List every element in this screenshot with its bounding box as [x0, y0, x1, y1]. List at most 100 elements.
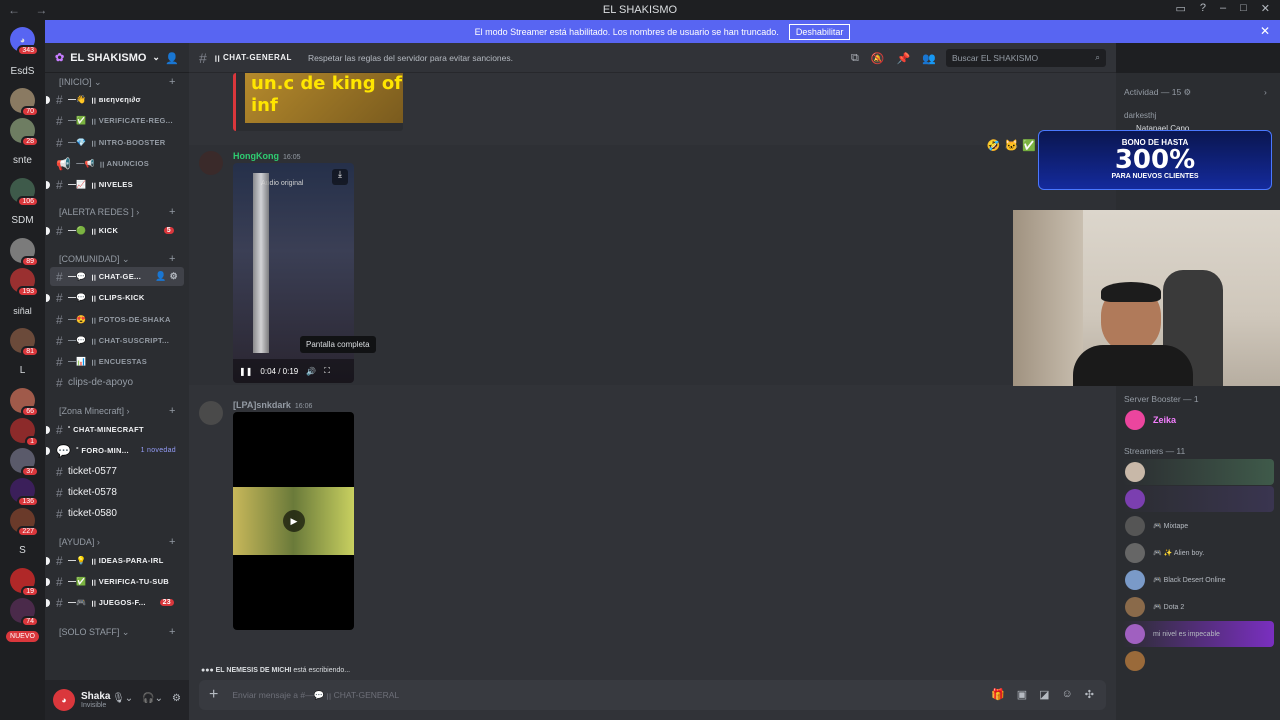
- category-staff[interactable]: [SOLO STAFF] ⌄ +: [59, 626, 175, 638]
- message-composer[interactable]: + Enviar mensaje a #—💬 ꞁꞁ CHAT-GENERAL 🎁…: [199, 680, 1106, 710]
- guild-item[interactable]: 19: [10, 568, 39, 597]
- apps-icon[interactable]: ✣: [1085, 688, 1094, 701]
- guild-item[interactable]: 66: [10, 388, 39, 417]
- guild-item[interactable]: 28: [10, 118, 39, 147]
- guild-item[interactable]: 37: [10, 448, 39, 477]
- member-item[interactable]: 🎮 Dota 2: [1122, 594, 1274, 620]
- channel-ticket-0580[interactable]: # ticket-0580: [50, 504, 184, 523]
- guild-item[interactable]: 74: [10, 598, 39, 627]
- microphone-icon[interactable]: 🎙⌄: [112, 693, 133, 704]
- channel-clips-apoyo[interactable]: # clips-de-apoyo: [50, 373, 184, 392]
- channel-fotos[interactable]: # —😍 ꞁꞁ FOTOS-DE-SHAKA: [50, 310, 184, 329]
- guild-item[interactable]: 193: [10, 268, 39, 297]
- emoji-reaction-icon[interactable]: 🐱: [1005, 139, 1019, 152]
- member-item[interactable]: [1122, 486, 1274, 512]
- add-channel-icon[interactable]: +: [169, 206, 175, 218]
- emoji-reaction-icon[interactable]: 🤣: [987, 139, 1001, 152]
- channel-juegos[interactable]: # —🎮 ꞁꞁ JUEGOS-F... 23: [46, 593, 184, 612]
- channel-verifica-sub[interactable]: # —✅ ꞁꞁ VERIFICA-TU-SUB: [46, 572, 184, 591]
- member-item[interactable]: 🎮 Black Desert Online: [1122, 567, 1274, 593]
- mute-bell-icon[interactable]: 🔕: [871, 52, 885, 65]
- message-author[interactable]: HongKong 16:05: [233, 151, 301, 161]
- channel-ticket-0577[interactable]: # ticket-0577: [50, 462, 184, 481]
- channel-anuncios[interactable]: 📢 —📢 ꞁꞁ ANUNCIOS: [50, 154, 184, 173]
- category-minecraft[interactable]: [Zona Minecraft] › +: [59, 405, 175, 417]
- emoji-reaction-icon[interactable]: ✅: [1022, 139, 1036, 152]
- member-item[interactable]: 🎮 ✨ Alien boy.: [1122, 540, 1274, 566]
- user-info[interactable]: Shaka Invisible: [81, 691, 110, 709]
- member-item[interactable]: [1122, 459, 1274, 485]
- members-icon[interactable]: 👥: [922, 52, 936, 65]
- avatar[interactable]: ◕: [53, 689, 75, 711]
- channel-clips-kick[interactable]: # —💬 ꞁꞁ CLIPS-KICK: [46, 288, 184, 307]
- activity-header[interactable]: Actividad — 15 ⚙ ›: [1124, 87, 1267, 98]
- fullscreen-icon[interactable]: ⛶: [324, 366, 330, 376]
- inbox-icon[interactable]: ▭: [1175, 2, 1185, 15]
- category-comunidad[interactable]: [COMUNIDAD] ⌄ +: [59, 253, 175, 265]
- channel-chat-minecraft[interactable]: # ˚ CHAT-MINECRAFT: [46, 420, 184, 439]
- close-icon[interactable]: ✕: [1261, 2, 1270, 15]
- avatar[interactable]: [199, 151, 223, 175]
- guild-item[interactable]: 227: [10, 508, 39, 537]
- channel-verificate[interactable]: # —✅ ꞁꞁ VERIFICATE-REG...: [50, 111, 184, 130]
- channel-ideas[interactable]: # —💡 ꞁꞁ IDEAS-PARA-IRL: [46, 551, 184, 570]
- message-item[interactable]: [LPA]snkdark 16:06 ▶: [189, 395, 1116, 635]
- search-input[interactable]: Buscar EL SHAKISMO ⌕: [946, 49, 1106, 67]
- sticker-icon[interactable]: ◪: [1039, 688, 1049, 701]
- download-icon[interactable]: ⤓: [332, 169, 348, 185]
- guild-item[interactable]: 106: [10, 178, 39, 207]
- gear-icon[interactable]: ⚙: [172, 693, 181, 704]
- settings-gear-icon[interactable]: 👤 ⚙: [155, 271, 178, 282]
- member-item[interactable]: mi nivel es impecable: [1122, 621, 1274, 647]
- play-icon[interactable]: ▶: [283, 510, 305, 532]
- volume-icon[interactable]: 🔊: [306, 367, 316, 376]
- add-member-icon[interactable]: 👤: [165, 52, 179, 65]
- add-channel-icon[interactable]: +: [169, 405, 175, 417]
- guild-item[interactable]: 81: [10, 328, 39, 357]
- add-channel-icon[interactable]: +: [169, 626, 175, 638]
- member-item[interactable]: 🎮 Mixtape: [1122, 513, 1274, 539]
- gif-icon[interactable]: ▣: [1017, 688, 1027, 701]
- guild-item[interactable]: 70: [10, 88, 39, 117]
- message-item[interactable]: HongKong 16:05 Audio original ⤓ ❚❚ 0:04 /…: [189, 140, 1116, 385]
- guild-item[interactable]: siñal: [6, 306, 39, 316]
- channel-chat-general[interactable]: # —💬 ꞁꞁ CHAT-GE... 👤 ⚙: [50, 267, 184, 286]
- channel-niveles[interactable]: # —📈 ꞁꞁ NIVELES: [46, 175, 184, 194]
- channel-nitro[interactable]: # —💎 ꞁꞁ NITRO-BOOSTER: [50, 133, 184, 152]
- member-item[interactable]: [1122, 648, 1274, 674]
- minimize-icon[interactable]: –: [1220, 2, 1226, 15]
- guild-item[interactable]: 136: [10, 478, 39, 507]
- direct-messages-icon[interactable]: ◕ 343: [10, 27, 39, 56]
- headphones-icon[interactable]: 🎧⌄: [142, 693, 163, 704]
- emoji-icon[interactable]: ☺: [1062, 688, 1073, 701]
- message-author[interactable]: [LPA]snkdark 16:06: [233, 400, 312, 410]
- channel-encuestas[interactable]: # —📊 ꞁꞁ ENCUESTAS: [50, 352, 184, 371]
- author-name[interactable]: [LPA]snkdark: [233, 400, 291, 410]
- category-inicio[interactable]: [INICIO] ⌄ +: [59, 76, 175, 88]
- threads-icon[interactable]: ⧉: [851, 52, 859, 65]
- chevron-right-icon[interactable]: ›: [1264, 87, 1267, 97]
- pin-icon[interactable]: 📌: [897, 52, 911, 65]
- category-alerta[interactable]: [ALERTA REDES ] › +: [59, 206, 175, 218]
- new-guild-badge[interactable]: NUEVO: [6, 631, 39, 642]
- add-channel-icon[interactable]: +: [169, 253, 175, 265]
- channel-chat-suscript[interactable]: # —💬 ꞁꞁ CHAT-SUSCRIPT...: [50, 331, 184, 350]
- add-channel-icon[interactable]: +: [169, 536, 175, 548]
- channel-foro-min[interactable]: 💬 ˚ FORO-MIN... 1 novedad: [46, 441, 184, 460]
- attach-plus-icon[interactable]: +: [209, 686, 218, 704]
- maximize-icon[interactable]: □: [1240, 2, 1247, 15]
- video-player[interactable]: ▶: [233, 412, 354, 630]
- channel-topic[interactable]: Respetar las reglas del servidor para ev…: [308, 53, 513, 63]
- add-channel-icon[interactable]: +: [169, 76, 175, 88]
- guild-item[interactable]: SDM: [6, 215, 39, 226]
- guild-item[interactable]: 89: [10, 238, 39, 267]
- member-item[interactable]: Zeika: [1122, 407, 1274, 433]
- guild-item[interactable]: L: [6, 365, 39, 376]
- channel-ticket-0578[interactable]: # ticket-0578: [50, 483, 184, 502]
- help-icon[interactable]: ?: [1200, 2, 1206, 15]
- pause-icon[interactable]: ❚❚: [239, 367, 252, 376]
- author-name[interactable]: HongKong: [233, 151, 279, 161]
- banner-close-icon[interactable]: ✕: [1260, 24, 1270, 38]
- guild-item[interactable]: snte: [6, 155, 39, 166]
- disable-streamer-button[interactable]: Deshabilitar: [788, 23, 851, 40]
